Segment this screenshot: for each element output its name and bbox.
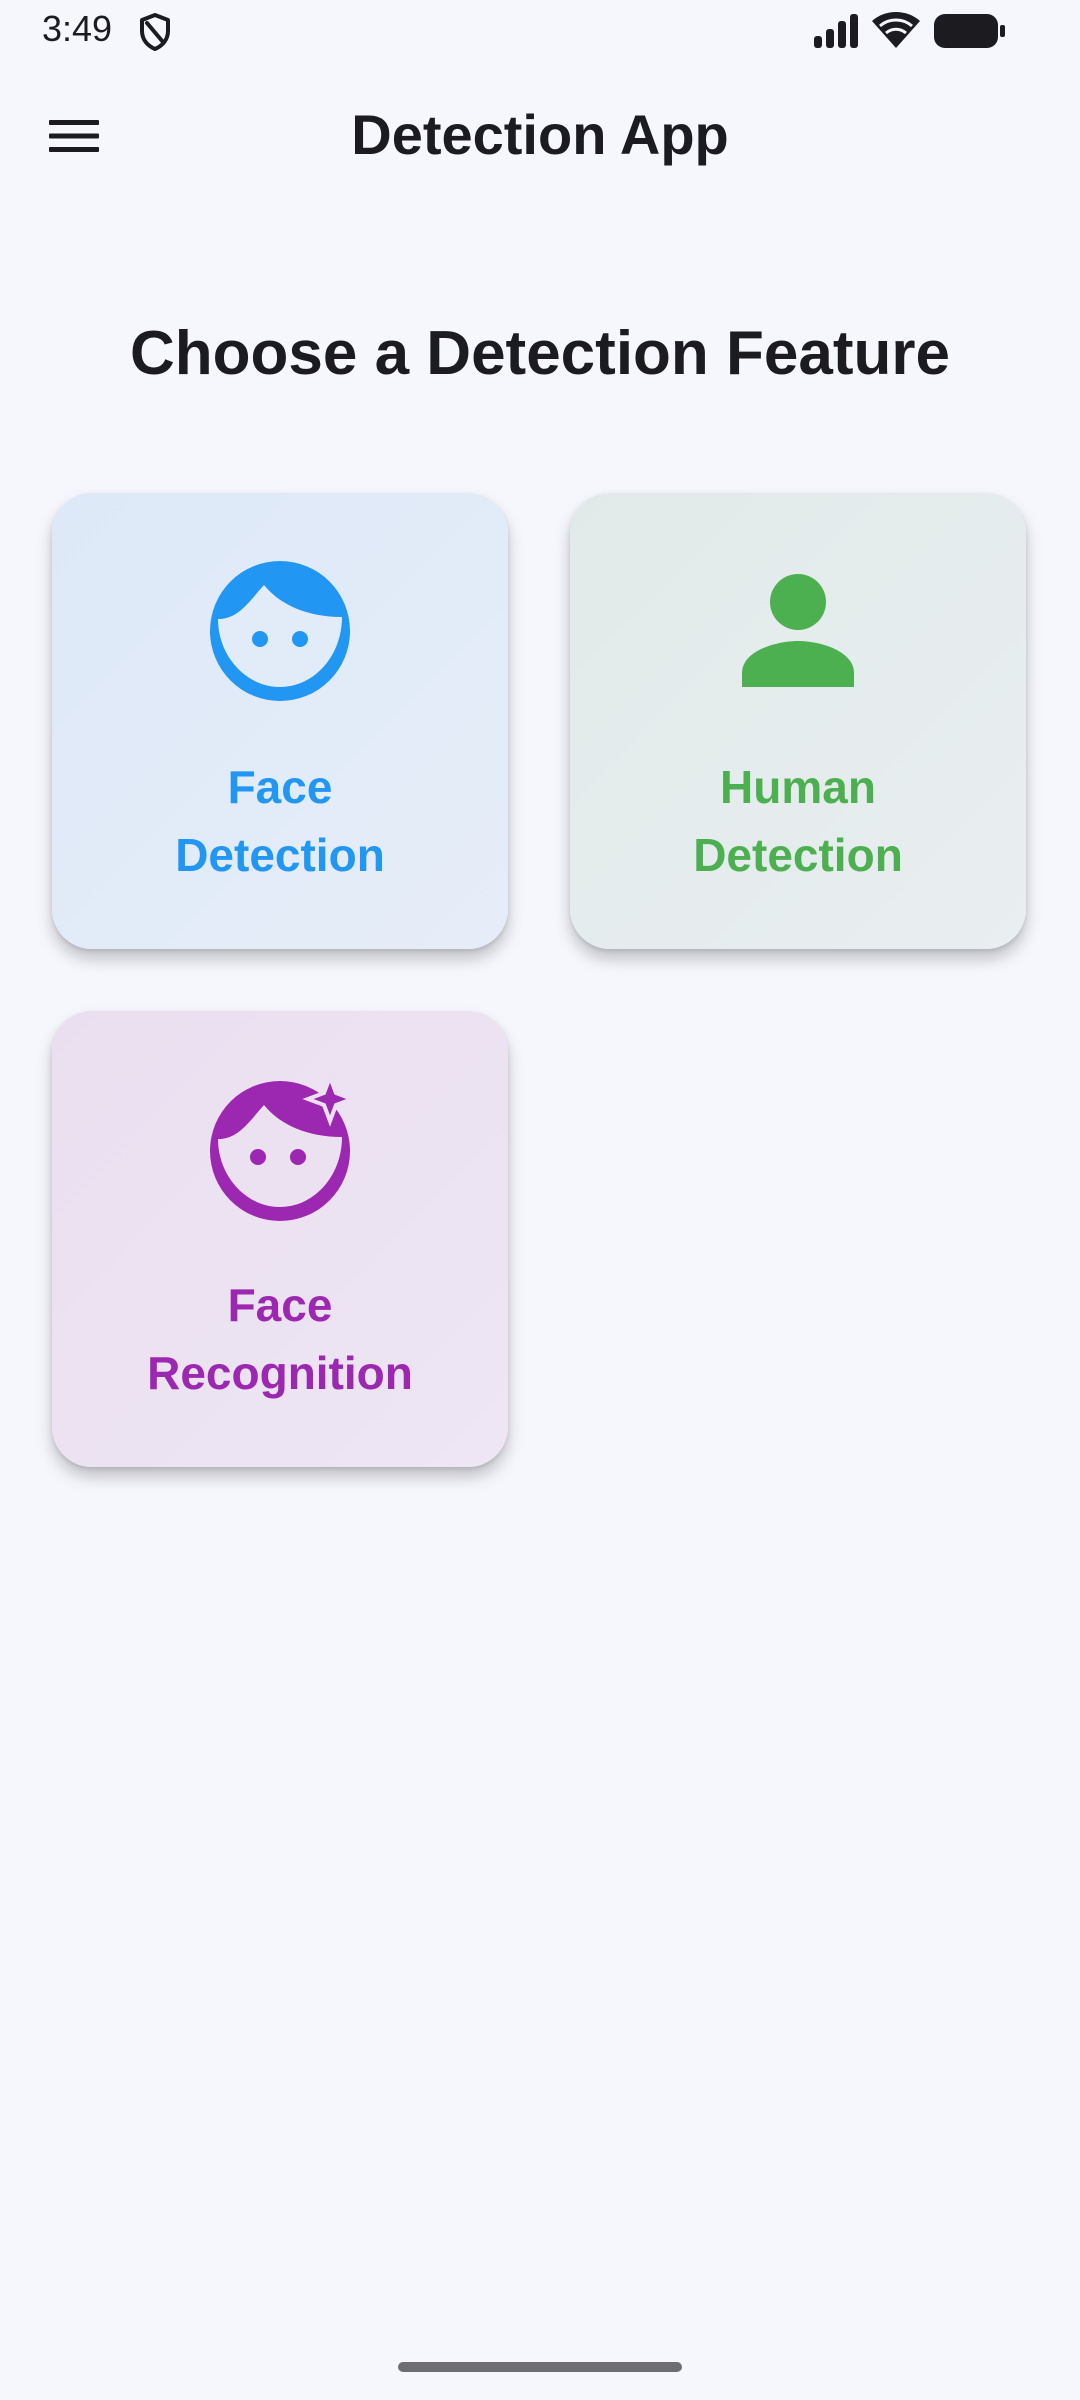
person-icon — [742, 574, 854, 687]
app-bar: Detection App — [0, 64, 1080, 208]
screen: 3:49 Detection App Choose a Detection Fe… — [0, 0, 1080, 2400]
face-recognition-label-line1: Face — [227, 1279, 333, 1331]
page-heading: Choose a Detection Feature — [130, 319, 950, 388]
app-title: Detection App — [351, 103, 729, 166]
shield-icon — [140, 13, 170, 51]
face-detection-label: Face Detection — [90, 753, 470, 889]
human-detection-card[interactable]: Human Detection — [570, 493, 1026, 949]
face-detection-card[interactable]: Face Detection — [52, 493, 508, 949]
human-detection-label: Human Detection — [608, 753, 988, 889]
face-retouching-icon — [210, 1077, 352, 1221]
gesture-navigation-bar[interactable] — [398, 2362, 682, 2372]
status-bar: 3:49 — [0, 0, 1080, 64]
face-icon — [210, 561, 350, 701]
battery-icon — [934, 14, 1005, 48]
human-detection-label-line2: Detection — [693, 829, 903, 881]
face-detection-label-line1: Face — [227, 761, 333, 813]
face-recognition-card[interactable]: Face Recognition — [52, 1011, 508, 1467]
face-recognition-label: Face Recognition — [90, 1271, 470, 1407]
face-detection-label-line2: Detection — [175, 829, 385, 881]
human-detection-label-line1: Human — [720, 761, 876, 813]
wifi-icon — [872, 12, 920, 48]
status-time: 3:49 — [42, 8, 113, 49]
face-recognition-label-line2: Recognition — [147, 1347, 413, 1399]
signal-icon — [814, 14, 858, 48]
